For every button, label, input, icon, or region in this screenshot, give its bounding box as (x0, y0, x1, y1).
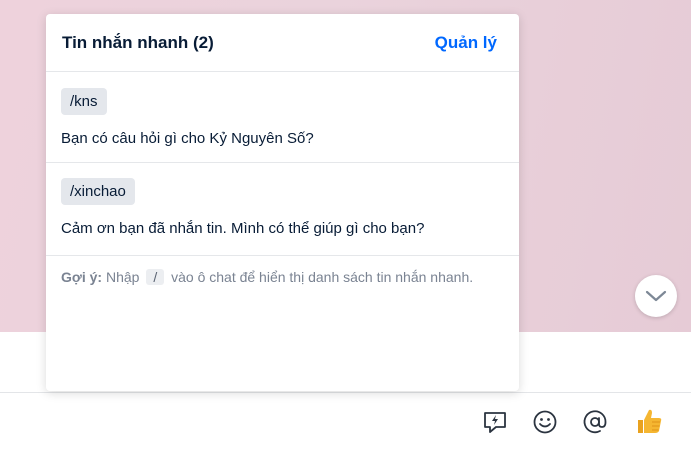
chat-toolbar (0, 393, 691, 455)
mention-button[interactable] (581, 408, 609, 436)
quick-message-shortcut: /xinchao (61, 178, 135, 205)
hint-label: Gợi ý: (61, 269, 103, 285)
chevron-down-icon (645, 290, 667, 302)
popup-header: Tin nhắn nhanh (2) Quản lý (46, 14, 519, 72)
emoji-icon (533, 410, 557, 434)
hint-before: Nhập (105, 269, 140, 285)
scroll-to-bottom-button[interactable] (635, 275, 677, 317)
quick-messages-popup: Tin nhắn nhanh (2) Quản lý /kns Bạn có c… (46, 14, 519, 391)
quick-message-item[interactable]: /xinchao Cảm ơn bạn đã nhắn tin. Mình có… (46, 163, 519, 256)
quick-message-text: Bạn có câu hỏi gì cho Kỷ Nguyên Số? (61, 130, 314, 147)
quick-message-text: Cảm ơn bạn đã nhắn tin. Mình có thể giúp… (61, 220, 425, 237)
hint-after: vào ô chat để hiển thị danh sách tin nhắ… (171, 269, 474, 285)
send-like-button[interactable] (633, 405, 665, 437)
manage-link[interactable]: Quản lý (435, 33, 497, 53)
hint-slash-key: / (146, 269, 165, 285)
chat-window: Tin nhắn nhanh (2) Quản lý /kns Bạn có c… (0, 0, 691, 455)
mention-icon (583, 410, 607, 434)
thumbs-up-icon (638, 409, 662, 433)
quick-message-icon (484, 412, 506, 433)
quick-message-shortcut: /kns (61, 88, 107, 115)
emoji-button[interactable] (531, 408, 559, 436)
hint-text: Gợi ý: Nhập / vào ô chat để hiển thị dan… (46, 256, 519, 298)
quick-message-button[interactable] (481, 408, 509, 436)
popup-title: Tin nhắn nhanh (2) (62, 32, 214, 52)
quick-message-item[interactable]: /kns Bạn có câu hỏi gì cho Kỷ Nguyên Số? (46, 72, 519, 163)
